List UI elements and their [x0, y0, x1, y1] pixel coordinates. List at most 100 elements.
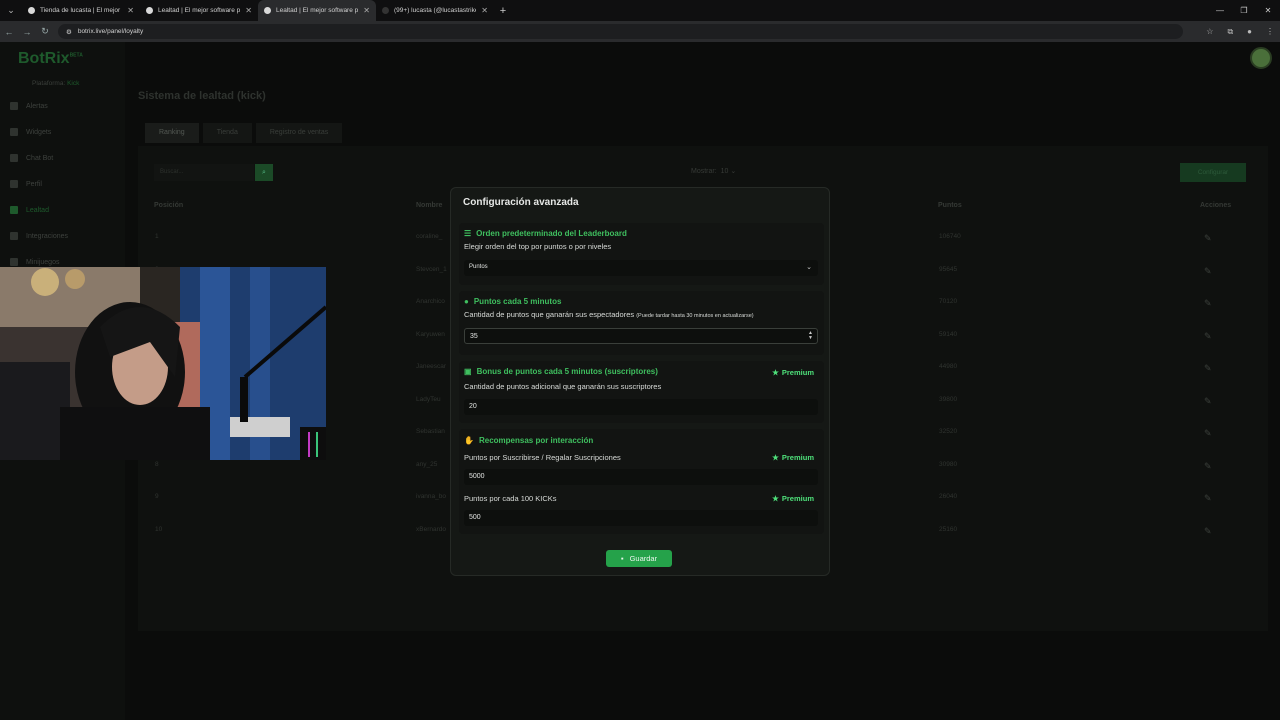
edit-pencil-icon[interactable]: ✎: [1204, 298, 1212, 309]
chevron-down-icon: ⌄: [730, 168, 737, 175]
sidebar-item-alertas[interactable]: Alertas: [10, 102, 48, 110]
browser-tab[interactable]: Tienda de lucasta | El mejor soft✕: [22, 0, 140, 21]
gift-icon: ▣: [464, 367, 472, 376]
window-close-icon[interactable]: ✕: [1256, 0, 1280, 21]
browser-tab-strip: ⌄ Tienda de lucasta | El mejor soft✕ Lea…: [0, 0, 1280, 21]
premium-badge: ★ Premium: [772, 368, 814, 377]
row-name: any_25: [416, 460, 438, 468]
advanced-config-modal: Configuración avanzada ☰ Orden predetermi…: [450, 187, 830, 576]
platform-indicator: Plataforma: Kick: [32, 80, 80, 87]
address-bar-row: ← → ↻ ⚙ botrix.live/panel/loyalty ☆ ⧉ ● ⋮: [0, 21, 1280, 42]
browser-tab-active[interactable]: Lealtad | El mejor software para✕: [258, 0, 376, 21]
row-name: Stevcen_1: [416, 265, 447, 273]
edit-pencil-icon[interactable]: ✎: [1204, 331, 1212, 342]
subscriber-bonus-input[interactable]: 20: [464, 399, 818, 415]
sidebar-item-minijuegos[interactable]: Minijuegos: [10, 258, 59, 266]
back-icon[interactable]: ←: [0, 27, 18, 37]
webcam-video: [0, 267, 326, 460]
row-points: 25160: [939, 525, 958, 533]
premium-badge: ★ Premium: [772, 453, 814, 462]
minimize-icon[interactable]: —: [1208, 0, 1232, 21]
user-avatar[interactable]: [1250, 47, 1272, 69]
browser-tab[interactable]: Lealtad | El mejor software para✕: [140, 0, 258, 21]
premium-badge: ★ Premium: [772, 494, 814, 503]
profile-icon[interactable]: ●: [1247, 27, 1252, 37]
maximize-icon[interactable]: ❐: [1232, 0, 1256, 21]
search-input[interactable]: Buscar...: [154, 164, 254, 181]
tab-ranking[interactable]: Ranking: [145, 123, 199, 143]
sidebar-item-widgets[interactable]: Widgets: [10, 128, 51, 136]
reload-icon[interactable]: ↻: [36, 26, 54, 37]
sidebar-item-perfil[interactable]: Perfil: [10, 180, 42, 188]
row-name: Sebastian: [416, 428, 445, 435]
close-icon[interactable]: ✕: [481, 6, 488, 15]
column-header: Nombre: [416, 202, 443, 209]
url-field[interactable]: ⚙ botrix.live/panel/loyalty: [58, 24, 1183, 39]
page-tabs: Ranking Tienda Registro de ventas: [145, 123, 343, 143]
close-icon[interactable]: ✕: [363, 6, 370, 15]
tab-favicon-icon: [264, 7, 271, 14]
new-tab-button[interactable]: +: [494, 5, 512, 17]
row-name: xBernardo: [416, 525, 446, 533]
close-icon[interactable]: ✕: [245, 6, 252, 15]
row-name: ivanna_bo: [416, 493, 446, 500]
star-icon: ★: [772, 494, 779, 503]
row-points: 32520: [939, 428, 958, 435]
page-size-select[interactable]: Mostrar: 10 ⌄: [691, 167, 736, 175]
row-position: 9: [155, 493, 159, 500]
bookmark-star-icon[interactable]: ☆: [1206, 27, 1213, 37]
edit-pencil-icon[interactable]: ✎: [1204, 396, 1212, 407]
forward-icon[interactable]: →: [18, 27, 36, 37]
site-info-icon[interactable]: ⚙: [66, 28, 72, 36]
sidebar-item-integraciones[interactable]: Integraciones: [10, 232, 68, 240]
games-icon: [10, 258, 18, 266]
tab-registro-ventas[interactable]: Registro de ventas: [255, 123, 343, 143]
clock-icon: ●: [464, 297, 469, 306]
extensions-icon[interactable]: ⧉: [1227, 27, 1233, 37]
sidebar-item-chatbot[interactable]: Chat Bot: [10, 154, 53, 162]
edit-pencil-icon[interactable]: ✎: [1204, 266, 1212, 277]
edit-pencil-icon[interactable]: ✎: [1204, 363, 1212, 374]
points-5min-section: ● Puntos cada 5 minutos Cantidad de punto…: [459, 291, 824, 355]
row-points: 39800: [939, 395, 958, 403]
row-name: coraline_: [416, 233, 443, 240]
window-controls: — ❐ ✕: [1208, 0, 1280, 21]
edit-pencil-icon[interactable]: ✎: [1204, 493, 1212, 504]
close-icon[interactable]: ✕: [127, 6, 134, 15]
tab-tienda[interactable]: Tienda: [202, 123, 252, 143]
row-points: 59140: [939, 330, 958, 338]
browser-menu-icon[interactable]: ⋮: [1266, 27, 1274, 37]
browser-actions: ☆ ⧉ ● ⋮: [1206, 27, 1274, 37]
subscriber-bonus-section: ▣ Bonus de puntos cada 5 minutos (suscrip…: [459, 361, 824, 423]
column-header: Posición: [154, 202, 184, 209]
row-position: 8: [155, 460, 159, 468]
subscription-points-input[interactable]: 5000: [464, 469, 818, 485]
widgets-icon: [10, 128, 18, 136]
row-points: 70120: [939, 298, 958, 305]
edit-pencil-icon[interactable]: ✎: [1204, 428, 1212, 439]
edit-pencil-icon[interactable]: ✎: [1204, 461, 1212, 472]
page-title: Sistema de lealtad (kick): [138, 90, 266, 102]
search-button[interactable]: ⌕: [255, 164, 273, 181]
edit-pencil-icon[interactable]: ✎: [1204, 526, 1212, 537]
row-points: 30980: [939, 460, 958, 468]
browser-tab[interactable]: (99+) lucasta (@lucastastrike) | ✕: [376, 0, 494, 21]
row-position: 1: [155, 233, 159, 240]
star-icon: ★: [772, 368, 779, 377]
modal-title: Configuración avanzada: [463, 197, 579, 208]
kicks-points-input[interactable]: 500: [464, 510, 818, 526]
star-icon: ★: [772, 453, 779, 462]
sidebar-item-lealtad[interactable]: Lealtad: [10, 206, 49, 214]
interaction-rewards-section: ✋ Recompensas por interacción Puntos por …: [459, 429, 824, 534]
edit-pencil-icon[interactable]: ✎: [1204, 233, 1212, 244]
botrix-logo[interactable]: BotRixBETA: [18, 50, 83, 68]
save-button[interactable]: ▪ Guardar: [606, 550, 672, 567]
points-5min-input[interactable]: 35 ▲ ▼: [464, 328, 818, 344]
tab-search-icon[interactable]: ⌄: [0, 0, 22, 21]
number-spinner-icon[interactable]: ▲ ▼: [808, 331, 813, 341]
tab-favicon-icon: [146, 7, 153, 14]
list-icon: ☰: [464, 229, 472, 238]
leaderboard-order-select[interactable]: Puntos ⌄: [464, 260, 818, 276]
alert-icon: [10, 102, 18, 110]
configure-button[interactable]: Configurar: [1180, 163, 1246, 182]
